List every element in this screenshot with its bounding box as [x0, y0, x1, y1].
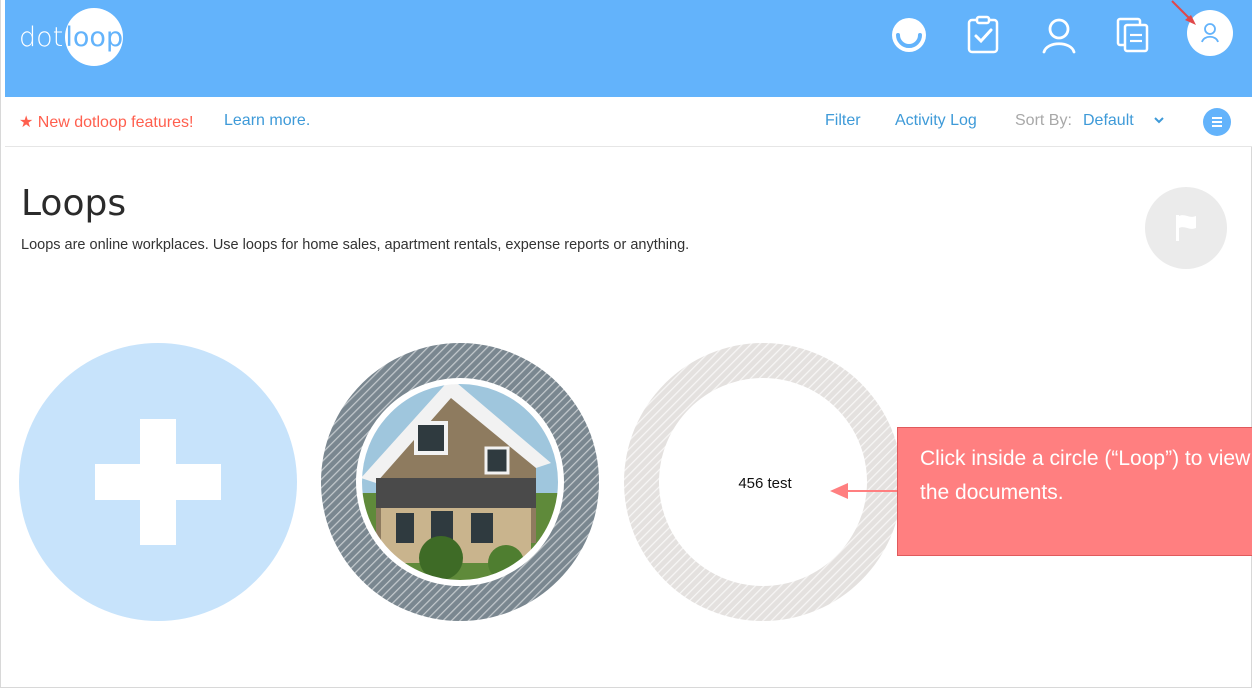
- menu-lines-icon: [1212, 117, 1222, 127]
- loop-name-label[interactable]: 456 test: [720, 475, 810, 492]
- top-navigation-bar: dot loop: [5, 0, 1252, 97]
- plus-icon: [95, 419, 221, 545]
- dotloop-logo[interactable]: dot loop: [19, 8, 124, 66]
- list-menu-button[interactable]: [1203, 108, 1231, 136]
- filter-button[interactable]: Filter: [825, 112, 861, 130]
- callout-pointer-arrow: [830, 483, 898, 499]
- flag-button[interactable]: [1145, 187, 1227, 269]
- pointer-arrow-icon: [1171, 0, 1196, 25]
- sort-by-label: Sort By:: [1015, 112, 1072, 129]
- tutorial-callout: Click inside a circle (“Loop”) to view t…: [897, 427, 1252, 556]
- page-description: Loops are online workplaces. Use loops f…: [21, 237, 690, 253]
- tasks-clipboard-icon[interactable]: [962, 14, 1004, 56]
- sort-by-dropdown[interactable]: Default: [1083, 112, 1134, 130]
- new-features-notice: ★ New dotloop features!: [19, 114, 194, 131]
- activity-log-button[interactable]: Activity Log: [895, 112, 977, 130]
- chevron-down-icon[interactable]: [1153, 115, 1165, 125]
- page-title: Loops: [21, 183, 127, 224]
- flag-icon: [1176, 215, 1196, 241]
- templates-docs-icon[interactable]: [1112, 14, 1154, 56]
- add-loop-circle[interactable]: [19, 343, 297, 621]
- secondary-toolbar: ★ New dotloop features! Learn more. Filt…: [5, 97, 1252, 147]
- contacts-person-icon[interactable]: [1038, 14, 1080, 56]
- loop-photo-circle[interactable]: [321, 343, 599, 621]
- logo-text-loop: loop: [65, 8, 124, 66]
- dotloop-swirl-icon[interactable]: [888, 14, 930, 56]
- house-photo-icon: [321, 343, 599, 621]
- learn-more-link[interactable]: Learn more.: [224, 112, 310, 130]
- logo-text-dot: dot: [19, 21, 64, 53]
